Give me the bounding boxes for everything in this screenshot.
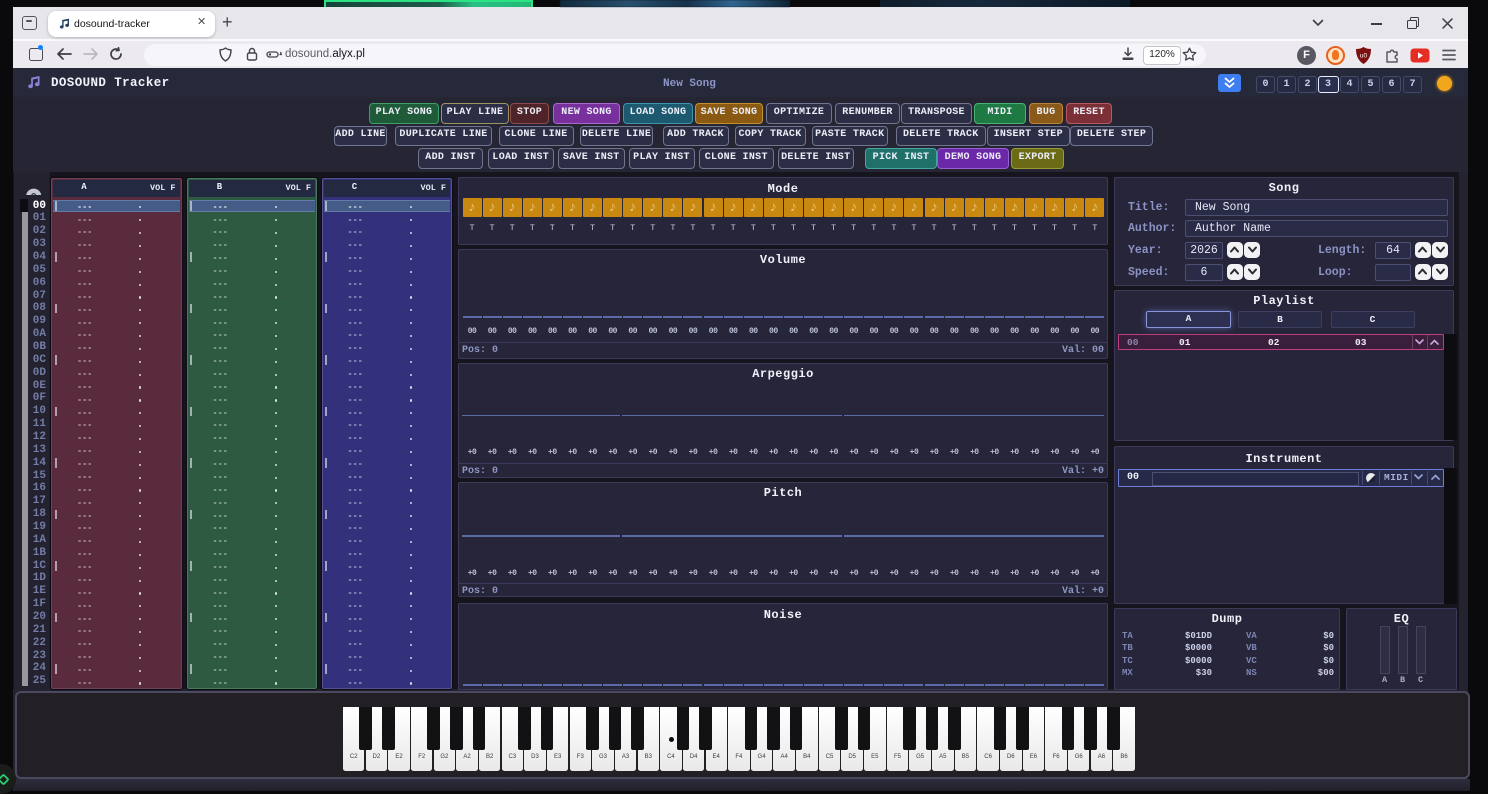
svg-text:u0: u0: [1360, 53, 1368, 60]
